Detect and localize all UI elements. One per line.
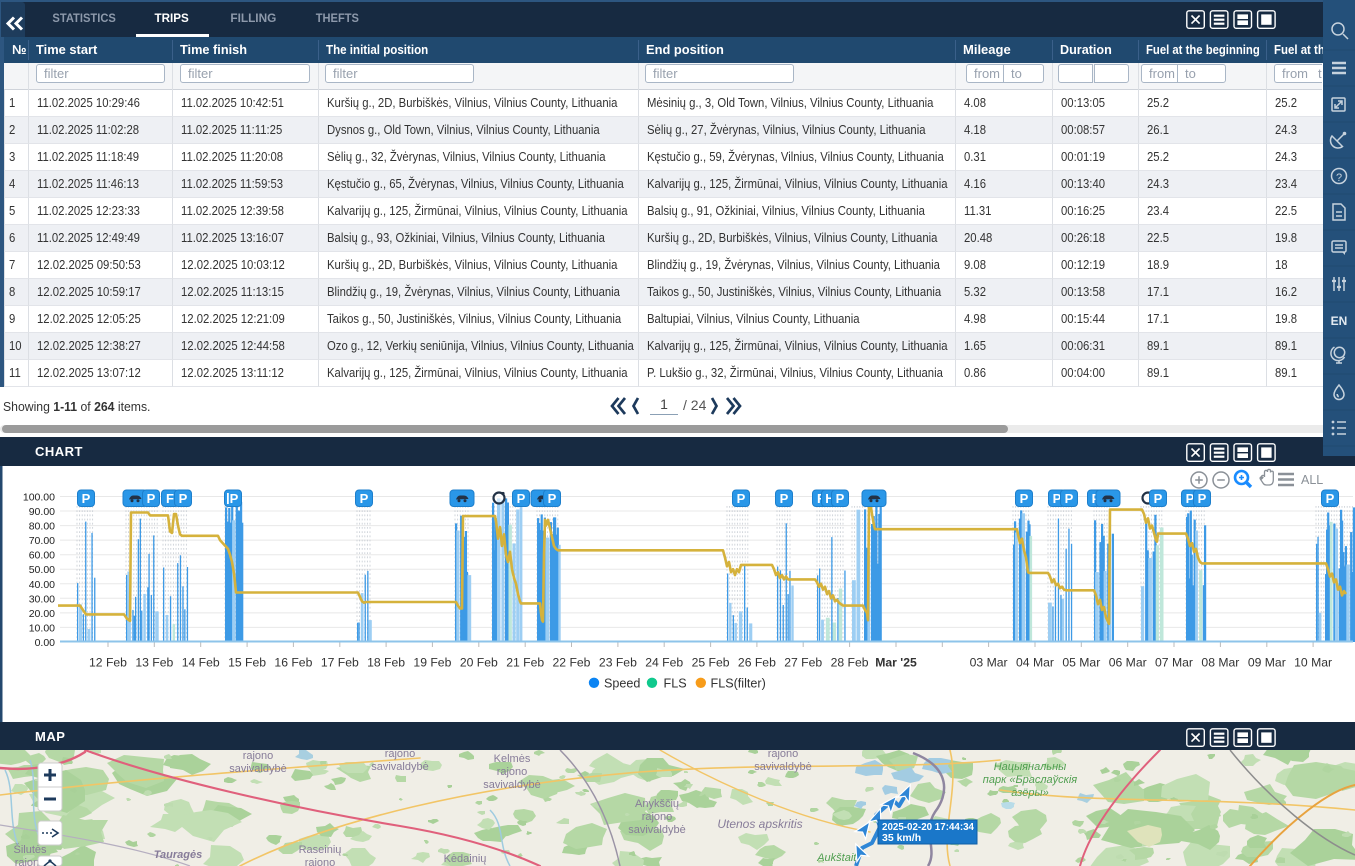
svg-text:Kelmės: Kelmės: [494, 753, 531, 765]
svg-text:100.00: 100.00: [23, 492, 55, 504]
svg-text:60.00: 60.00: [29, 550, 55, 562]
svg-text:азёры»: азёры»: [1011, 787, 1048, 799]
svg-text:savivaldybė: savivaldybė: [229, 763, 286, 775]
svg-text:P: P: [230, 491, 239, 506]
svg-text:savivaldybė: savivaldybė: [483, 779, 540, 791]
svg-text:rajono: rajono: [497, 766, 528, 778]
svg-text:Raseinių: Raseinių: [299, 844, 342, 856]
svg-text:12 Feb: 12 Feb: [89, 656, 127, 670]
svg-text:P: P: [1198, 491, 1207, 506]
svg-text:rajono: rajono: [385, 750, 416, 760]
svg-text:35 km/h: 35 km/h: [882, 832, 921, 844]
svg-text:10 Mar: 10 Mar: [1294, 656, 1332, 670]
svg-text:21 Feb: 21 Feb: [506, 656, 544, 670]
svg-text:P: P: [737, 491, 746, 506]
svg-text:ALL: ALL: [1301, 473, 1323, 487]
svg-text:rajono: rajono: [305, 857, 336, 866]
svg-text:17 Feb: 17 Feb: [321, 656, 359, 670]
svg-text:23 Feb: 23 Feb: [599, 656, 637, 670]
svg-text:20 Feb: 20 Feb: [460, 656, 498, 670]
svg-text:парк «Браслаўскія: парк «Браслаўскія: [983, 774, 1078, 786]
svg-text:03 Mar: 03 Mar: [970, 656, 1008, 670]
svg-text:P: P: [1154, 491, 1163, 506]
svg-text:?: ?: [1336, 172, 1342, 184]
svg-text:0.00: 0.00: [35, 637, 56, 649]
svg-text:22 Feb: 22 Feb: [553, 656, 591, 670]
svg-text:04 Mar: 04 Mar: [1016, 656, 1054, 670]
svg-text:P: P: [82, 491, 91, 506]
svg-text:30.00: 30.00: [29, 593, 55, 605]
svg-text:20.00: 20.00: [29, 608, 55, 620]
svg-text:50.00: 50.00: [29, 564, 55, 576]
svg-text:Нацыянальны: Нацыянальны: [994, 761, 1067, 773]
svg-text:savivaldybė: savivaldybė: [628, 824, 685, 836]
svg-text:P: P: [147, 491, 156, 506]
svg-text:FLS(filter): FLS(filter): [711, 676, 766, 690]
svg-text:70.00: 70.00: [29, 535, 55, 547]
svg-text:F: F: [166, 491, 174, 506]
svg-text:05 Mar: 05 Mar: [1062, 656, 1100, 670]
svg-text:rajono: rajono: [642, 811, 673, 823]
svg-text:08 Mar: 08 Mar: [1201, 656, 1239, 670]
svg-text:26 Feb: 26 Feb: [738, 656, 776, 670]
svg-text:Anykščių: Anykščių: [635, 798, 679, 810]
svg-text:09 Mar: 09 Mar: [1248, 656, 1286, 670]
svg-text:Utenos apskritis: Utenos apskritis: [717, 817, 802, 831]
svg-text:80.00: 80.00: [29, 521, 55, 533]
svg-text:P: P: [780, 491, 789, 506]
svg-text:28 Feb: 28 Feb: [831, 656, 869, 670]
svg-text:P: P: [1065, 491, 1074, 506]
svg-text:P: P: [1020, 491, 1029, 506]
svg-text:14 Feb: 14 Feb: [182, 656, 220, 670]
svg-text:18 Feb: 18 Feb: [367, 656, 405, 670]
svg-text:P: P: [360, 491, 369, 506]
svg-text:16 Feb: 16 Feb: [274, 656, 312, 670]
svg-text:90.00: 90.00: [29, 506, 55, 518]
svg-text:savivaldybė: savivaldybė: [371, 761, 428, 773]
svg-text:P: P: [179, 491, 188, 506]
svg-text:P: P: [548, 491, 557, 506]
svg-text:10.00: 10.00: [29, 622, 55, 634]
svg-text:40.00: 40.00: [29, 579, 55, 591]
svg-text:15 Feb: 15 Feb: [228, 656, 266, 670]
svg-text:rajono: rajono: [243, 750, 274, 762]
svg-text:06 Mar: 06 Mar: [1109, 656, 1147, 670]
svg-text:EN: EN: [1331, 314, 1348, 328]
svg-text:P: P: [517, 491, 526, 506]
svg-text:Speed: Speed: [604, 676, 640, 690]
svg-text:P: P: [1326, 491, 1335, 506]
svg-text:25 Feb: 25 Feb: [692, 656, 730, 670]
svg-text:P: P: [836, 491, 845, 506]
svg-text:FLS: FLS: [664, 676, 687, 690]
svg-text:13 Feb: 13 Feb: [135, 656, 173, 670]
svg-text:savivaldybė: savivaldybė: [754, 761, 811, 773]
svg-text:19 Feb: 19 Feb: [413, 656, 451, 670]
svg-text:24 Feb: 24 Feb: [645, 656, 683, 670]
svg-text:Kėdainių: Kėdainių: [444, 853, 487, 865]
svg-text:07 Mar: 07 Mar: [1155, 656, 1193, 670]
svg-text:rajono: rajono: [768, 750, 799, 760]
svg-text:Aukštaiti: Aukštaiti: [816, 852, 859, 864]
svg-text:Mar '25: Mar '25: [875, 656, 917, 670]
svg-text:27 Feb: 27 Feb: [784, 656, 822, 670]
svg-text:Tauragės: Tauragės: [154, 849, 203, 861]
